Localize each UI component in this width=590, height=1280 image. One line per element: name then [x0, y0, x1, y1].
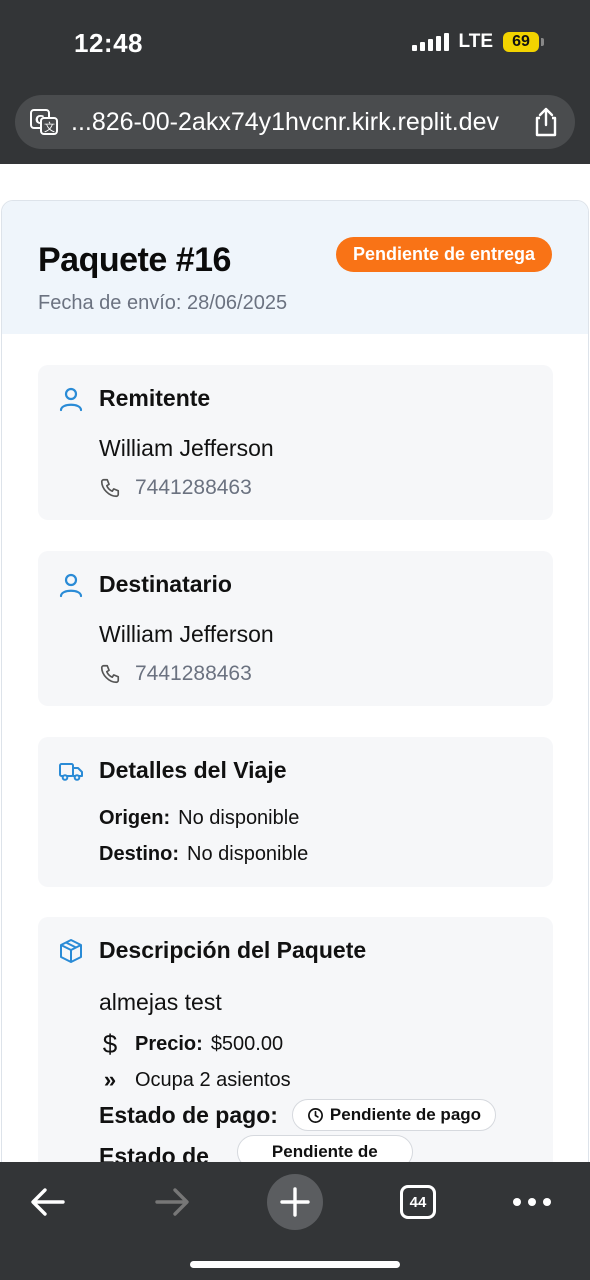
- battery-level: 69: [503, 32, 539, 52]
- dollar-icon: $: [102, 1029, 118, 1059]
- payment-status-text: Pendiente de pago: [329, 1105, 482, 1124]
- sender-phone-text[interactable]: 7441288463: [135, 476, 252, 500]
- price-value: $500.00: [210, 1033, 284, 1055]
- recipient-phone-text[interactable]: 7441288463: [135, 662, 252, 686]
- description-text: almejas test: [99, 989, 222, 1015]
- sender-name: William Jefferson: [99, 435, 274, 461]
- seats-row: » Ocupa 2 asientos: [99, 1067, 291, 1093]
- price-row: $ Precio: $500.00: [99, 1029, 283, 1060]
- description-section: Descripción del Paquete almejas test $ P…: [38, 917, 553, 1199]
- recipient-section: Destinatario William Jefferson 744128846…: [38, 551, 553, 706]
- package-card: Paquete #16 Fecha de envío: 28/06/2025 P…: [1, 200, 589, 1200]
- section-title: Detalles del Viaje: [99, 757, 287, 783]
- section-title: Remitente: [99, 385, 211, 411]
- more-button[interactable]: [510, 1174, 554, 1230]
- svg-text:文: 文: [44, 120, 55, 134]
- box-icon: [60, 938, 82, 963]
- description-heading: Descripción del Paquete: [58, 937, 366, 964]
- sender-phone[interactable]: 7441288463: [99, 476, 252, 500]
- battery-icon: 69: [503, 32, 544, 52]
- more-dots-icon: [513, 1198, 551, 1206]
- network-label: LTE: [458, 31, 493, 52]
- user-icon: [59, 387, 83, 411]
- price-label: Precio:: [135, 1033, 203, 1055]
- payment-status-badge: Pendiente de pago: [291, 1099, 497, 1131]
- status-time: 12:48: [74, 28, 143, 58]
- translate-icon[interactable]: G 文: [29, 107, 59, 137]
- recipient-heading: Destinatario: [58, 571, 232, 598]
- sender-section: Remitente William Jefferson 7441288463: [38, 365, 553, 520]
- address-bar[interactable]: G 文 ...826-00-2akx74y1hvcnr.kirk.replit.…: [15, 95, 575, 149]
- back-button[interactable]: [26, 1174, 70, 1230]
- tabs-button[interactable]: 44: [398, 1174, 438, 1230]
- phone-icon: [100, 478, 120, 498]
- plus-icon: [280, 1187, 310, 1217]
- status-badge: Pendiente de entrega: [335, 237, 552, 272]
- trip-heading: Detalles del Viaje: [58, 757, 287, 784]
- trip-section: Detalles del Viaje Origen: No disponible …: [38, 737, 553, 887]
- signal-icon: [411, 33, 449, 51]
- package-header: Paquete #16 Fecha de envío: 28/06/2025 P…: [2, 201, 588, 334]
- origin-row: Origen: No disponible: [99, 807, 299, 830]
- new-tab-button[interactable]: [267, 1174, 323, 1230]
- ship-date: Fecha de envío: 28/06/2025: [38, 292, 288, 314]
- url-text[interactable]: ...826-00-2akx74y1hvcnr.kirk.replit.dev: [71, 108, 521, 137]
- destination-label: Destino:: [99, 843, 179, 865]
- destination-row: Destino: No disponible: [99, 843, 308, 866]
- arrow-left-icon: [31, 1188, 65, 1216]
- section-title: Descripción del Paquete: [99, 937, 367, 963]
- share-icon[interactable]: [531, 106, 561, 138]
- section-title: Destinatario: [99, 571, 232, 597]
- chevrons-right-icon: »: [103, 1067, 117, 1092]
- home-indicator[interactable]: [190, 1261, 400, 1268]
- recipient-phone[interactable]: 7441288463: [99, 662, 252, 686]
- payment-label: Estado de pago:: [99, 1101, 278, 1128]
- status-indicators: LTE 69: [411, 31, 544, 53]
- truck-icon: [59, 762, 83, 781]
- destination-value: No disponible: [187, 843, 309, 865]
- forward-button[interactable]: [150, 1174, 194, 1230]
- seats-text: Ocupa 2 asientos: [135, 1068, 291, 1091]
- recipient-name: William Jefferson: [99, 621, 274, 647]
- arrow-right-icon: [155, 1188, 189, 1216]
- tabs-count[interactable]: 44: [400, 1185, 436, 1219]
- payment-row: Estado de pago: Pendiente de pago: [99, 1099, 497, 1131]
- clock-icon: [307, 1107, 323, 1123]
- origin-value: No disponible: [178, 807, 300, 829]
- phone-icon: [100, 664, 120, 684]
- origin-label: Origen:: [99, 807, 171, 829]
- browser-chrome: 12:48 LTE 69 G 文 ...826-00-2akx74y1hvcnr…: [0, 0, 590, 164]
- sender-heading: Remitente: [58, 385, 210, 412]
- user-icon: [59, 573, 83, 597]
